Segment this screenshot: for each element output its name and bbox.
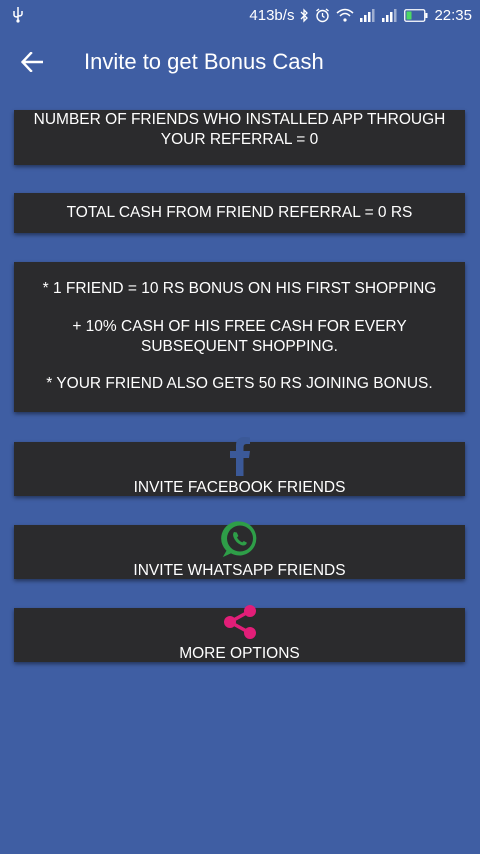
invite-whatsapp-label: INVITE WHATSAPP FRIENDS	[133, 562, 346, 579]
back-button[interactable]	[0, 30, 64, 94]
total-cash-text: TOTAL CASH FROM FRIEND REFERRAL = 0 RS	[66, 204, 413, 221]
share-icon	[223, 605, 256, 639]
bonus-line-subsequent: + 10% CASH OF HIS FREE CASH FOR EVERY SU…	[72, 318, 407, 355]
more-options-label: MORE OPTIONS	[179, 645, 300, 662]
usb-icon	[13, 7, 23, 23]
facebook-icon	[229, 437, 250, 476]
more-options-button[interactable]: MORE OPTIONS	[14, 605, 465, 662]
battery-icon	[404, 8, 428, 22]
total-cash-card: TOTAL CASH FROM FRIEND REFERRAL = 0 RS	[14, 193, 465, 233]
bonus-line-joining: * YOUR FRIEND ALSO GETS 50 RS JOINING BO…	[46, 375, 433, 392]
page-title: Invite to get Bonus Cash	[84, 49, 324, 74]
wifi-icon	[336, 8, 354, 22]
clock: 22:35	[434, 6, 472, 24]
status-left	[12, 7, 24, 23]
bonus-info-card: * 1 FRIEND = 10 RS BONUS ON HIS FIRST SH…	[14, 262, 465, 412]
invite-facebook-button[interactable]: INVITE FACEBOOK FRIENDS	[14, 437, 465, 496]
referral-count-text: NUMBER OF FRIENDS WHO INSTALLED APP THRO…	[33, 111, 446, 148]
signal-icon	[360, 8, 375, 22]
app-bar: Invite to get Bonus Cash	[0, 30, 480, 94]
bonus-line-first-shopping: * 1 FRIEND = 10 RS BONUS ON HIS FIRST SH…	[42, 280, 437, 297]
status-bar: 413b/s 22:35	[0, 0, 480, 30]
alarm-icon	[316, 7, 330, 22]
invite-facebook-label: INVITE FACEBOOK FRIENDS	[133, 479, 346, 496]
status-right: 413b/s 22:35	[249, 7, 472, 24]
whatsapp-icon	[220, 521, 256, 558]
invite-whatsapp-button[interactable]: INVITE WHATSAPP FRIENDS	[14, 521, 465, 579]
arrow-left-icon	[21, 52, 43, 72]
referral-count-card: NUMBER OF FRIENDS WHO INSTALLED APP THRO…	[14, 110, 465, 165]
bluetooth-icon	[300, 7, 309, 23]
net-speed: 413b/s	[249, 6, 295, 24]
signal-icon	[382, 8, 397, 22]
